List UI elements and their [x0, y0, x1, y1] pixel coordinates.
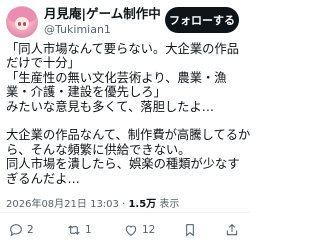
repost-icon	[68, 225, 80, 235]
post-meta: 2026年08月21日 13:03 · 1.5万 表示	[6, 195, 179, 210]
view-count: 1.5万	[128, 199, 157, 210]
avatar[interactable]	[6, 6, 38, 38]
like-count: 12	[142, 224, 156, 236]
post-text-line: 「同人市場なんて要らない。大企業の作品	[6, 42, 240, 56]
post-text-line	[6, 114, 246, 128]
like-button[interactable]: 12	[123, 221, 155, 239]
repost-button[interactable]: 1	[66, 221, 92, 239]
post-text-line: 「生産性の無い文化芸術より、農業・漁	[6, 70, 227, 85]
post-text-line: ら、そんな頻繁に供給できない。	[6, 142, 191, 157]
post-timestamp[interactable]: 2026年08月21日 13:03 ·	[6, 199, 128, 210]
bookmark-button[interactable]	[182, 221, 198, 239]
post-text-line: だけで十分」	[6, 56, 80, 71]
share-button[interactable]	[224, 221, 240, 239]
heart-icon	[125, 225, 137, 236]
view-label: 表示	[156, 199, 180, 210]
user-handle[interactable]: @Tukimian1	[44, 22, 164, 38]
post-text-line: 大企業の作品なんて、制作費が高騰してるか	[6, 128, 251, 143]
avatar-eye	[18, 22, 21, 26]
post-text-line: 業・介護・建設を優先しろ」	[6, 85, 166, 100]
repost-count: 1	[85, 224, 92, 236]
post-text-line: 同人市場を潰したら、娯楽の種類が少なす	[6, 157, 240, 172]
post-text: 「同人市場なんて要らない。大企業の作品 だけで十分」 「生産性の無い文化芸術より…	[6, 42, 251, 186]
author-names: 月見庵|ゲーム制作中 @Tukimian1	[44, 5, 164, 38]
post-card: 月見庵|ゲーム制作中 @Tukimian1 フォローする 「同人市場なんて要らな…	[0, 0, 250, 246]
reply-button[interactable]: 2	[8, 221, 34, 239]
post-header: 月見庵|ゲーム制作中 @Tukimian1 フォローする	[0, 0, 250, 44]
share-icon	[226, 223, 238, 236]
post-text-line: ぎるんだよ…	[6, 171, 80, 186]
action-bar: 2 1 12	[0, 213, 250, 246]
follow-button[interactable]: フォローする	[165, 7, 239, 33]
reply-icon	[10, 224, 22, 237]
display-name[interactable]: 月見庵|ゲーム制作中	[44, 5, 164, 22]
bookmark-icon	[186, 224, 194, 237]
post-text-line: みたいな意見も多くて、落胆したよ…	[6, 99, 215, 114]
avatar-eye	[23, 22, 26, 26]
reply-count: 2	[27, 224, 34, 236]
